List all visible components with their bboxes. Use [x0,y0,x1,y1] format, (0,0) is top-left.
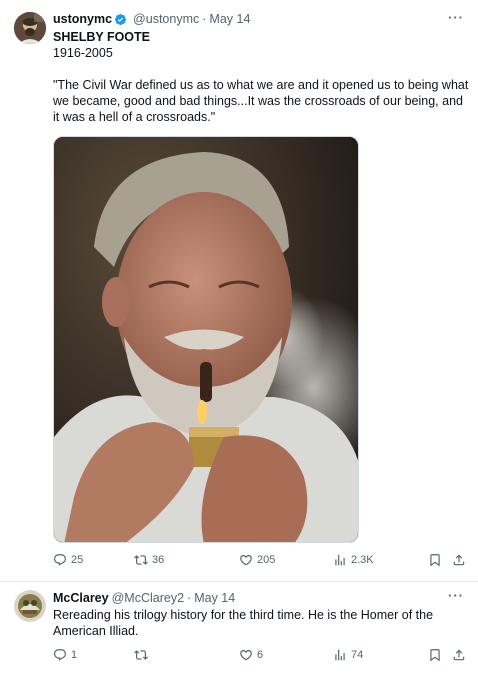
retweet-button[interactable]: 36 [134,553,164,567]
display-name[interactable]: ustonymc [53,12,112,26]
bookmark-icon [430,649,440,662]
retweet-icon [134,555,148,565]
views-icon [335,649,345,661]
reply-button[interactable]: 1 [53,648,77,662]
tweet-actions: 25 36 205 2.3K [53,553,469,571]
bookmark-icon [430,554,440,567]
tweet-photo[interactable] [53,136,359,543]
like-icon [240,555,252,566]
bookmark-button[interactable] [428,648,442,662]
more-icon[interactable]: ··· [448,588,464,603]
like-count: 205 [257,554,276,566]
like-button[interactable]: 205 [239,553,275,567]
bookmark-button[interactable] [428,553,442,567]
separator-dot: · [187,591,192,605]
tweet-text: Rereading his trilogy history for the th… [53,608,434,638]
like-icon [240,650,252,661]
tweet-date[interactable]: May 14 [209,12,250,26]
reply-icon [54,554,66,566]
more-icon[interactable]: ··· [448,10,464,25]
like-count: 6 [257,649,264,661]
reply-count: 1 [71,649,78,661]
share-button[interactable] [452,648,466,662]
avatar-ustonymc[interactable] [14,12,46,44]
views-count: 2.3K [351,554,374,566]
separator-dot: · [202,12,207,26]
views-button[interactable]: 2.3K [333,553,374,567]
display-name[interactable]: McClarey [53,591,109,605]
retweet-icon [134,650,148,660]
views-count: 74 [351,649,364,661]
views-icon [335,554,345,566]
retweet-count: 36 [152,554,165,566]
tweet-text-name: SHELBY FOOTE [53,30,151,44]
reply-icon [54,649,66,661]
handle[interactable]: @ustonymc [133,12,199,26]
handle[interactable]: @McClarey2 [112,591,184,605]
tweet-date[interactable]: May 14 [194,591,235,605]
tweet-actions: 1 6 74 [53,648,469,666]
reply-count: 25 [71,554,84,566]
share-button[interactable] [452,553,466,567]
tweet-header: ustonymc @ustonymc · May 14 [53,12,250,26]
tweet-text-quote: "The Civil War defined us as to what we … [53,78,469,124]
retweet-button[interactable] [134,648,152,662]
reply-button[interactable]: 25 [53,553,83,567]
share-icon [453,554,465,566]
share-icon [453,649,465,661]
avatar-mcclarey[interactable] [14,590,46,622]
verified-badge-icon [114,13,127,26]
views-button[interactable]: 74 [333,648,363,662]
like-button[interactable]: 6 [239,648,263,662]
tweet-header: McClarey @McClarey2 · May 14 [53,591,235,605]
tweet-text-years: 1916-2005 [53,46,113,60]
